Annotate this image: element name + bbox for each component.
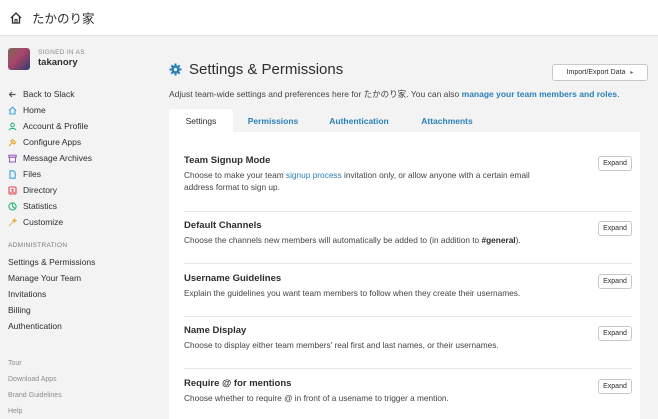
sidebar-item-directory[interactable]: Directory [8, 182, 92, 198]
sidebar-item-message-archives[interactable]: Message Archives [8, 150, 92, 166]
expand-button[interactable]: Expand [598, 274, 632, 289]
import-export-button[interactable]: Import/Export Data ▸ [552, 64, 648, 81]
setting-description: Choose to display either team members' r… [184, 340, 499, 350]
subtitle-text: . [617, 89, 620, 99]
sidebar-item-statistics[interactable]: Statistics [8, 198, 92, 214]
team-name[interactable]: たかのり家 [32, 8, 95, 27]
setting-title: Username Guidelines [184, 273, 282, 284]
page-header: Settings & Permissions [169, 61, 343, 78]
sidebar-item-billing[interactable]: Billing [8, 302, 95, 318]
setting-username-guidelines: Username Guidelines Explain the guidelin… [184, 273, 632, 317]
sidebar-footer: Tour Download Apps Brand Guidelines Help [8, 355, 62, 419]
sidebar-item-back-to-slack[interactable]: Back to Slack [8, 86, 92, 102]
footer-link-help[interactable]: Help [8, 403, 62, 419]
sidebar-item-customize[interactable]: Customize [8, 214, 92, 230]
home-icon [8, 105, 17, 115]
expand-button[interactable]: Expand [598, 379, 632, 394]
expand-button[interactable]: Expand [598, 221, 632, 236]
sidebar-item-label: Customize [23, 217, 64, 227]
setting-team-signup-mode: Team Signup Mode Choose to make your tea… [184, 155, 632, 212]
tab-authentication[interactable]: Authentication [313, 109, 405, 132]
statistics-icon [8, 201, 17, 211]
back-arrow-icon [8, 90, 17, 99]
settings-tabs: Settings Permissions Authentication Atta… [169, 109, 489, 132]
page-subtitle: Adjust team-wide settings and preference… [169, 88, 619, 100]
sidebar: SIGNED IN AS takanory Back to Slack Home… [0, 37, 158, 419]
files-icon [8, 169, 17, 179]
setting-description: Choose whether to require @ in front of … [184, 393, 449, 403]
username: takanory [38, 57, 78, 68]
archive-icon [8, 154, 17, 163]
sidebar-item-manage-team[interactable]: Manage Your Team [8, 270, 95, 286]
sidebar-item-settings-permissions[interactable]: Settings & Permissions [8, 254, 95, 270]
administration-heading: ADMINISTRATION [8, 242, 68, 249]
gear-icon [169, 63, 182, 76]
setting-default-channels: Default Channels Choose the channels new… [184, 220, 632, 264]
signup-process-link[interactable]: signup process [286, 170, 342, 180]
sidebar-item-configure-apps[interactable]: Configure Apps [8, 134, 92, 150]
tab-permissions[interactable]: Permissions [233, 109, 313, 132]
customize-icon [8, 217, 17, 227]
sidebar-item-files[interactable]: Files [8, 166, 92, 182]
sidebar-item-label: Account & Profile [23, 121, 89, 131]
setting-description: Choose the channels new members will aut… [184, 235, 521, 245]
profile-icon [8, 122, 17, 131]
setting-require-at-mentions: Require @ for mentions Choose whether to… [184, 378, 632, 418]
subtitle-team-name: たかのり家 [363, 90, 407, 100]
sidebar-item-label: Message Archives [23, 153, 92, 163]
import-export-label: Import/Export Data [566, 69, 626, 76]
sidebar-item-label: Statistics [23, 201, 58, 211]
setting-name-display: Name Display Choose to display either te… [184, 325, 632, 369]
apps-icon [8, 138, 17, 147]
directory-icon [8, 185, 17, 195]
sidebar-item-label: Files [23, 169, 41, 179]
expand-button[interactable]: Expand [598, 326, 632, 341]
tab-settings[interactable]: Settings [169, 109, 233, 132]
setting-description: Explain the guidelines you want team mem… [184, 288, 521, 298]
tab-attachments[interactable]: Attachments [405, 109, 489, 132]
sidebar-item-invitations[interactable]: Invitations [8, 286, 95, 302]
sidebar-item-account-profile[interactable]: Account & Profile [8, 118, 92, 134]
top-bar: たかのり家 [0, 0, 658, 36]
sidebar-item-home[interactable]: Home [8, 102, 92, 118]
setting-title: Name Display [184, 325, 247, 336]
page-title: Settings & Permissions [189, 61, 344, 78]
sidebar-nav: Back to Slack Home Account & Profile Con… [8, 86, 92, 230]
sidebar-item-label: Configure Apps [23, 137, 82, 147]
manage-team-link[interactable]: manage your team members and roles [462, 89, 617, 99]
settings-panel: Team Signup Mode Choose to make your tea… [169, 132, 640, 419]
avatar [8, 48, 30, 70]
expand-button[interactable]: Expand [598, 156, 632, 171]
sidebar-item-label: Directory [23, 185, 58, 195]
caret-right-icon: ▸ [630, 70, 634, 76]
administration-nav: Settings & Permissions Manage Your Team … [8, 254, 95, 334]
setting-title: Require @ for mentions [184, 378, 292, 389]
sidebar-item-label: Home [23, 105, 46, 115]
subtitle-text: . You can also [406, 89, 462, 99]
setting-description: Choose to make your team signup process … [184, 170, 530, 192]
footer-link-download-apps[interactable]: Download Apps [8, 371, 62, 387]
sidebar-item-authentication[interactable]: Authentication [8, 318, 95, 334]
setting-title: Default Channels [184, 220, 262, 231]
footer-link-tour[interactable]: Tour [8, 355, 62, 371]
sidebar-item-label: Back to Slack [23, 89, 75, 99]
subtitle-text: Adjust team-wide settings and preference… [169, 89, 364, 99]
setting-title: Team Signup Mode [184, 155, 271, 166]
signed-in-user: SIGNED IN AS takanory [8, 48, 85, 70]
signed-in-label: SIGNED IN AS [38, 49, 85, 56]
home-icon[interactable] [9, 11, 23, 25]
footer-link-brand-guidelines[interactable]: Brand Guidelines [8, 387, 62, 403]
main-content: Settings & Permissions Import/Export Dat… [158, 37, 658, 419]
